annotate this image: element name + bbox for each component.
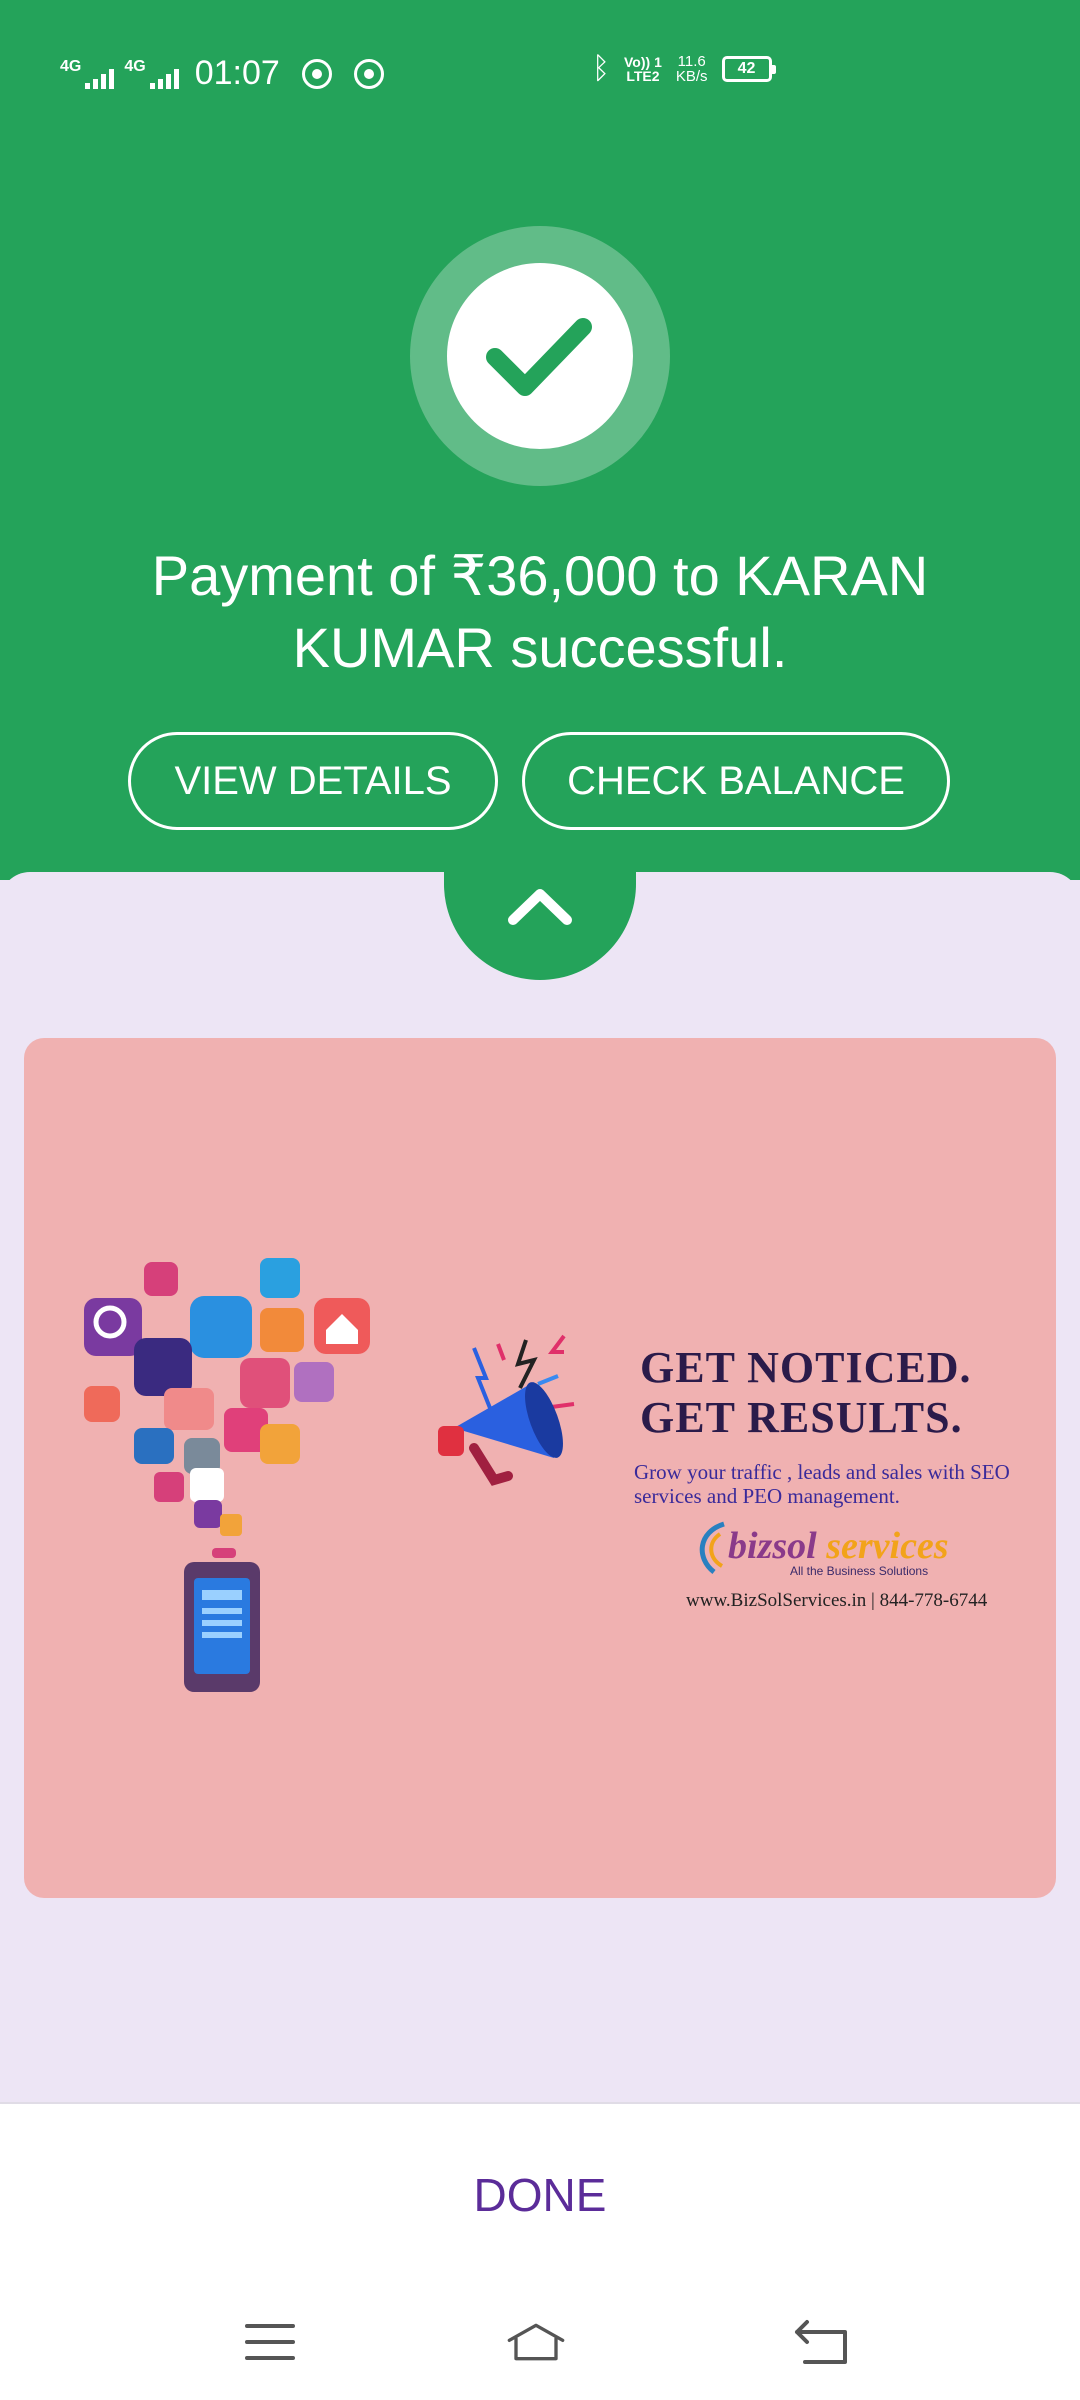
system-navigation-bar — [0, 2282, 1080, 2400]
network-type-label: 4G — [124, 57, 146, 75]
chevron-up-icon — [508, 889, 572, 925]
ad-headline-1: GET NOTICED. — [640, 1343, 972, 1392]
ad-headline-2: GET RESULTS. — [640, 1393, 963, 1442]
home-icon[interactable] — [506, 2312, 566, 2372]
success-icon — [410, 226, 670, 486]
brand-name-2: services — [826, 1525, 949, 1567]
clock: 01:07 — [194, 54, 280, 92]
footer-bar: DONE — [0, 2102, 1080, 2400]
ad-contact-info: www.BizSolServices.in | 844-778-6744 — [686, 1590, 988, 1611]
volte-line-1: Vo)) 1 — [624, 54, 662, 70]
bluetooth-icon: ᛒ — [592, 52, 610, 85]
whatsapp-icon — [301, 58, 332, 89]
bizsol-logo: bizsol services All the Business Solutio… — [694, 1518, 974, 1588]
signal-1-icon: 4G — [60, 57, 115, 89]
volte-line-2: LTE2 — [626, 68, 660, 84]
social-media-icons-illustration — [84, 1258, 370, 1692]
bizsol-wordmark: bizsol services — [728, 1524, 949, 1568]
brand-tagline: All the Business Solutions — [790, 1564, 929, 1578]
battery-icon: 42 — [721, 56, 776, 82]
volte-indicator: Vo)) 1 LTE2 — [624, 55, 662, 83]
network-type-label: 4G — [60, 57, 82, 75]
network-speed: 11.6 KB/s — [676, 54, 708, 84]
view-details-button[interactable]: VIEW DETAILS — [128, 732, 498, 830]
signal-2-icon: 4G — [124, 57, 179, 89]
ad-banner[interactable]: GET NOTICED. GET RESULTS. Grow your traf… — [24, 1038, 1056, 1898]
checkmark-icon — [486, 318, 592, 396]
speed-unit: KB/s — [675, 68, 708, 85]
speed-value: 11.6 — [677, 53, 706, 70]
menu-icon[interactable] — [240, 2312, 300, 2372]
back-icon[interactable] — [792, 2312, 852, 2372]
chrome-icon — [353, 58, 384, 89]
megaphone-icon — [438, 1334, 575, 1486]
check-balance-button[interactable]: CHECK BALANCE — [522, 732, 950, 830]
ad-subtext: Grow your traffic , leads and sales with… — [634, 1460, 1010, 1508]
battery-level: 42 — [737, 60, 756, 77]
brand-name-1: bizsol — [728, 1525, 817, 1567]
payment-status-message: Payment of ₹36,000 to KARAN KUMAR succes… — [151, 544, 929, 679]
done-button[interactable]: DONE — [0, 2168, 1080, 2222]
status-bar: 4G 4G 01:07 ᛒ Vo)) 1 LTE2 11.6 KB/s 42 — [0, 40, 1080, 100]
